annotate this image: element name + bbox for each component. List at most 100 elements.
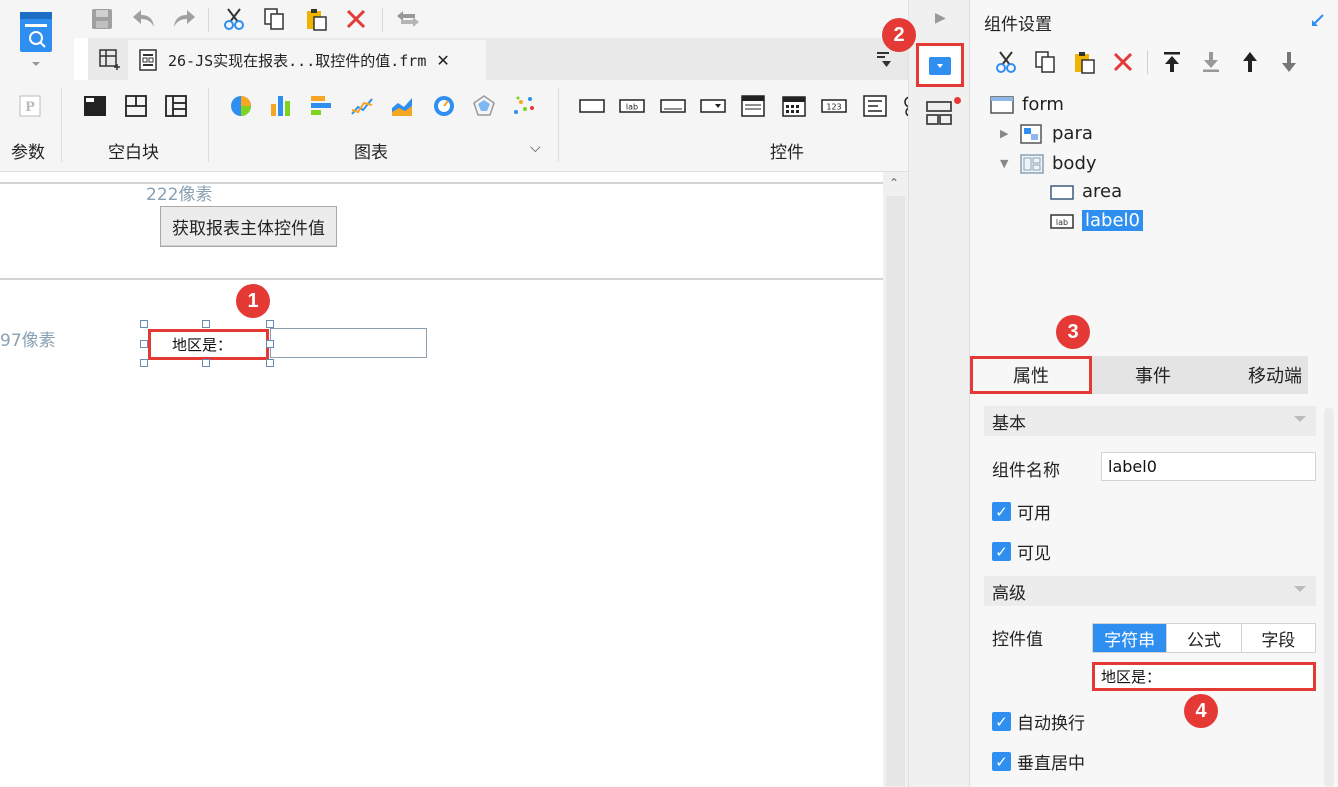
undo-icon[interactable]: [130, 5, 158, 33]
resize-handle[interactable]: [140, 320, 148, 328]
dropdown-widget-icon[interactable]: [700, 94, 726, 118]
app-logo[interactable]: [0, 0, 74, 80]
visible-checkbox[interactable]: ✓ 可见: [992, 539, 1051, 564]
close-tab-icon[interactable]: ✕: [436, 51, 449, 70]
bar-chart-icon[interactable]: [269, 94, 293, 118]
collapse-arrow-icon[interactable]: ▼: [1000, 157, 1010, 170]
pie-chart-icon[interactable]: [229, 94, 253, 118]
redo-icon[interactable]: [170, 5, 198, 33]
tab-block-icon[interactable]: [124, 94, 148, 118]
scrollbar-track[interactable]: [886, 196, 905, 786]
gauge-chart-icon[interactable]: [432, 94, 456, 118]
text-area-widget-icon[interactable]: [862, 94, 887, 118]
vertical-center-checkbox[interactable]: ✓ 垂直居中: [992, 749, 1085, 774]
tab-properties[interactable]: 属性: [970, 356, 1092, 394]
tree-paste-icon[interactable]: [1070, 48, 1098, 76]
list-widget-icon[interactable]: [740, 94, 765, 118]
resize-handle[interactable]: [266, 320, 274, 328]
swap-icon[interactable]: [394, 5, 422, 33]
toolbar-separator: [382, 8, 383, 32]
parameter-panel-icon[interactable]: P: [18, 94, 42, 118]
more-widget-icon[interactable]: [898, 94, 908, 118]
value-mode-formula[interactable]: 公式: [1166, 624, 1240, 652]
resize-handle[interactable]: [140, 340, 148, 348]
resize-handle[interactable]: [140, 359, 148, 367]
delete-icon[interactable]: [342, 5, 370, 33]
date-widget-icon[interactable]: [781, 94, 806, 118]
tree-node-area[interactable]: area: [1050, 181, 1122, 202]
resize-handle[interactable]: [266, 340, 274, 348]
radar-chart-icon[interactable]: [472, 94, 496, 118]
tree-node-label0[interactable]: lab label0: [1050, 210, 1143, 231]
tab-list-menu-icon[interactable]: [876, 50, 892, 68]
tree-copy-icon[interactable]: [1031, 48, 1059, 76]
canvas-scrollbar[interactable]: ⌃: [883, 172, 908, 787]
properties-scrollbar[interactable]: [1324, 408, 1334, 787]
properties-pane: 基本 组件名称 label0 ✓ 可用 ✓ 可见 高级 控件值 字符串 公式 字…: [984, 406, 1316, 787]
designer-area: 26-JS实现在报表...取控件的值.frm ✕ P 参数 空白块 图表 ⌵ l…: [0, 0, 908, 787]
area-chart-icon[interactable]: [390, 94, 414, 118]
fetch-widget-value-button[interactable]: 获取报表主体控件值: [160, 206, 337, 247]
copy-icon[interactable]: [260, 5, 288, 33]
scroll-up-icon[interactable]: ⌃: [889, 176, 899, 190]
svg-text:lab: lab: [626, 103, 638, 112]
form-canvas[interactable]: 222像素 获取报表主体控件值 1 97像素 地区是：: [0, 172, 883, 787]
button-widget-icon[interactable]: [579, 94, 605, 118]
step-badge-4: 4: [1184, 694, 1218, 728]
file-tab-title: 26-JS实现在报表...取控件的值.frm: [168, 51, 427, 70]
step-badge-2: 2: [882, 18, 916, 52]
svg-text:P: P: [25, 100, 35, 115]
resize-handle[interactable]: [202, 320, 210, 328]
split-block-icon[interactable]: [164, 94, 188, 118]
tree-cut-icon[interactable]: [992, 48, 1020, 76]
tree-node-para[interactable]: ▶ para: [1000, 123, 1093, 144]
section-basic[interactable]: 基本: [984, 406, 1316, 436]
body-top-border: [0, 278, 883, 280]
pin-panel-icon[interactable]: [1310, 12, 1326, 32]
value-mode-string[interactable]: 字符串: [1093, 624, 1167, 652]
tab-events[interactable]: 事件: [1092, 356, 1214, 394]
side-toggle-strip: ▶ 2: [882, 0, 970, 787]
collapse-arrow-icon[interactable]: ▶: [935, 10, 946, 26]
tab-mobile[interactable]: 移动端: [1214, 356, 1336, 394]
widget-value-label: 控件值: [992, 630, 1043, 650]
chart-more-chevron-icon[interactable]: ⌵: [530, 140, 541, 156]
checkmark-icon: ✓: [992, 752, 1011, 771]
cut-icon[interactable]: [220, 5, 248, 33]
new-grid-icon[interactable]: [98, 47, 122, 71]
component-name-label: 组件名称: [992, 461, 1060, 481]
line-chart-icon[interactable]: [350, 94, 374, 118]
component-settings-toggle[interactable]: [916, 43, 964, 87]
move-to-top-icon[interactable]: [1158, 48, 1186, 76]
component-name-input[interactable]: label0: [1101, 452, 1316, 481]
para-height-label: 222像素: [146, 185, 213, 205]
value-mode-field[interactable]: 字段: [1240, 624, 1315, 652]
tree-node-form[interactable]: form: [990, 94, 1064, 115]
save-icon[interactable]: [88, 5, 116, 33]
absolute-block-icon[interactable]: [83, 94, 107, 118]
section-advanced[interactable]: 高级: [984, 576, 1316, 606]
text-field-widget-icon[interactable]: [660, 94, 686, 118]
widget-value-input[interactable]: 地区是：: [1092, 662, 1316, 691]
resize-handle[interactable]: [266, 359, 274, 367]
auto-wrap-checkbox[interactable]: ✓ 自动换行: [992, 709, 1085, 734]
area-widget[interactable]: [270, 328, 427, 358]
label0-widget[interactable]: 地区是：: [148, 329, 269, 360]
scatter-chart-icon[interactable]: [512, 94, 536, 118]
file-tab[interactable]: 26-JS实现在报表...取控件的值.frm ✕: [128, 40, 486, 80]
label-widget-icon[interactable]: lab: [619, 94, 645, 118]
move-down-icon[interactable]: [1275, 48, 1303, 76]
horizontal-bar-chart-icon[interactable]: [309, 94, 333, 118]
enabled-checkbox[interactable]: ✓ 可用: [992, 499, 1051, 524]
resize-handle[interactable]: [202, 359, 210, 367]
layout-panel-icon[interactable]: [926, 97, 961, 126]
move-up-icon[interactable]: [1236, 48, 1264, 76]
paste-icon[interactable]: [302, 5, 330, 33]
tree-delete-icon[interactable]: [1109, 48, 1137, 76]
tree-node-body[interactable]: ▼ body: [1000, 153, 1097, 174]
expand-arrow-icon[interactable]: ▶: [1000, 127, 1010, 140]
move-to-bottom-icon[interactable]: [1197, 48, 1225, 76]
ribbon-group-chart: 图表: [354, 143, 388, 163]
main-toolbar: [74, 0, 908, 38]
number-widget-icon[interactable]: 123: [821, 94, 847, 118]
